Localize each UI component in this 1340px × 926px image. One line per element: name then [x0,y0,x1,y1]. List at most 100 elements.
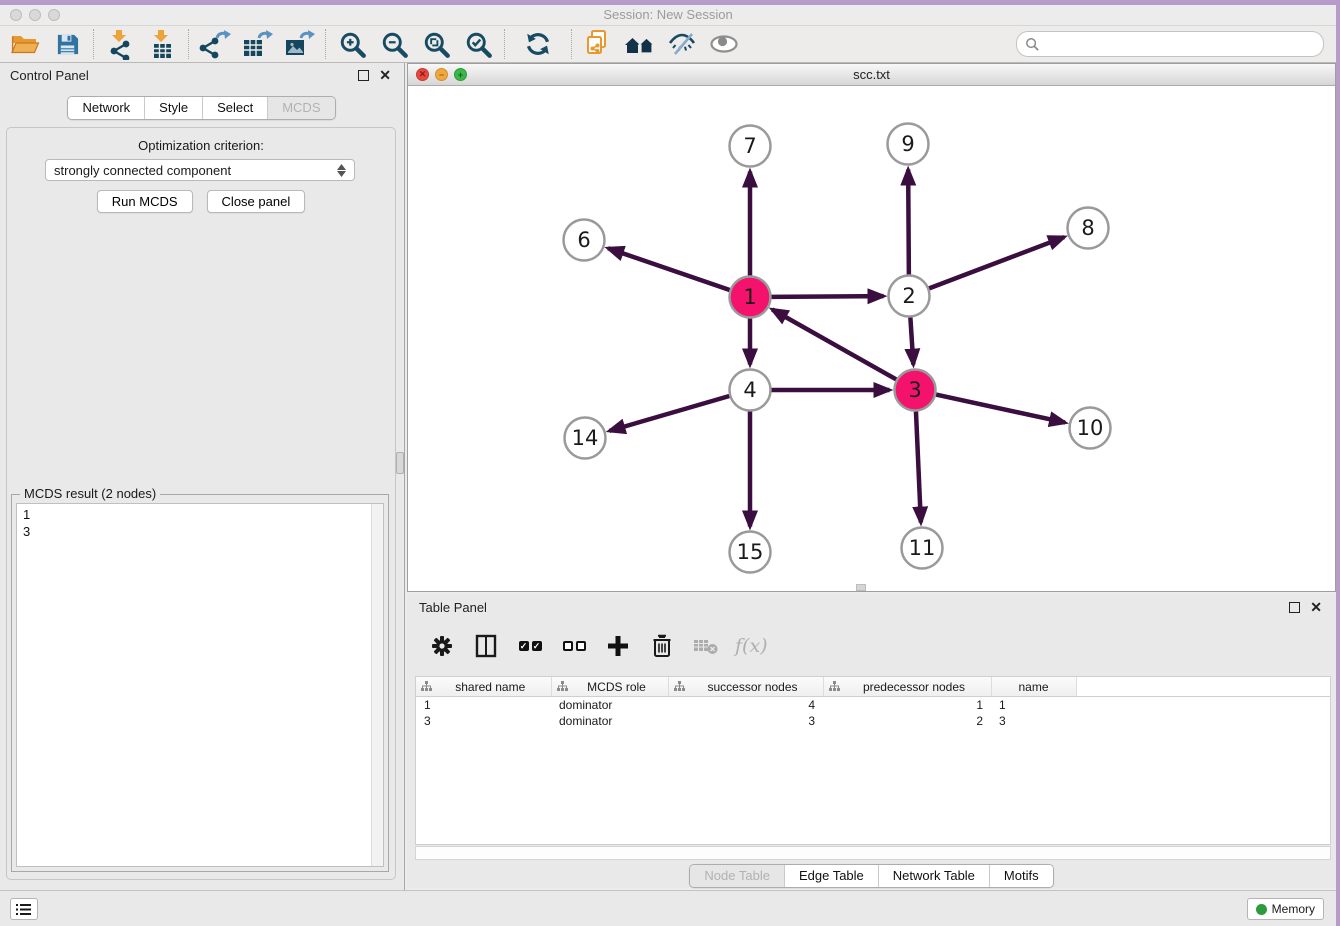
criterion-value: strongly connected component [54,163,231,178]
import-table-icon[interactable] [141,27,183,61]
node-label-2: 2 [902,284,915,308]
float-table-panel-icon[interactable] [1289,602,1300,613]
tab-style[interactable]: Style [144,97,202,119]
network-canvas[interactable]: 7968124314101511 [408,86,1335,591]
table-row[interactable]: 1dominator411 [416,697,1330,714]
column-header-shared-name[interactable]: shared name [416,677,551,697]
result-scrollbar[interactable] [371,504,383,866]
table-row[interactable]: 3dominator323 [416,713,1330,729]
table-cell[interactable]: dominator [551,713,668,729]
edge-3-1[interactable] [772,310,896,380]
zoom-out-icon[interactable] [373,27,415,61]
zoom-window-button[interactable] [48,9,60,21]
show-hide-columns-icon[interactable] [471,631,501,661]
frame-close-icon[interactable]: ✕ [416,68,429,81]
export-table-icon[interactable] [236,27,278,61]
criterion-select[interactable]: strongly connected component [45,159,355,181]
memory-label: Memory [1272,902,1315,916]
table-panel-title: Table Panel [419,600,487,615]
zoom-selected-icon[interactable] [457,27,499,61]
hide-selected-icon[interactable] [661,27,703,61]
export-network-icon[interactable] [194,27,236,61]
close-panel-button[interactable]: Close panel [207,190,306,213]
table-cell[interactable]: 3 [668,713,823,729]
split-divider[interactable] [404,63,405,890]
column-header-predecessor-nodes[interactable]: predecessor nodes [823,677,991,697]
edge-4-14[interactable] [609,396,729,431]
memory-status-icon [1256,904,1267,915]
table-cell[interactable]: 2 [823,713,991,729]
column-header-name[interactable]: name [991,677,1076,697]
table-cell[interactable]: 4 [668,697,823,714]
close-panel-icon[interactable]: ✕ [379,68,391,82]
search-field[interactable] [1016,31,1324,57]
tab-motifs[interactable]: Motifs [989,865,1053,887]
show-all-icon[interactable] [703,27,745,61]
new-network-from-selection-icon[interactable] [577,27,619,61]
fit-content-icon[interactable] [415,27,457,61]
edge-3-11[interactable] [916,411,921,522]
edge-3-10[interactable] [936,395,1065,423]
table-cell[interactable]: 3 [416,713,551,729]
column-header-mcds-role[interactable]: MCDS role [551,677,668,697]
frame-maximize-icon[interactable]: + [454,68,467,81]
tab-mcds[interactable]: MCDS [267,97,334,119]
control-panel-title: Control Panel [10,68,89,83]
refresh-view-icon[interactable] [510,27,566,61]
edge-2-9[interactable] [908,169,909,274]
first-neighbors-icon[interactable] [619,27,661,61]
table-cell[interactable]: 1 [823,697,991,714]
edge-1-6[interactable] [608,248,730,290]
task-history-button[interactable] [10,898,38,920]
table-cell[interactable]: 1 [991,697,1076,714]
add-column-icon[interactable] [603,631,633,661]
tab-network-table[interactable]: Network Table [878,865,989,887]
export-image-icon[interactable] [278,27,320,61]
table-cell-filler [1076,713,1330,729]
memory-button[interactable]: Memory [1247,898,1324,920]
close-table-panel-icon[interactable]: ✕ [1310,600,1322,614]
delete-column-icon[interactable] [647,631,677,661]
close-window-button[interactable] [10,9,22,21]
node-label-1: 1 [743,285,756,309]
table-settings-gear-icon[interactable] [427,631,457,661]
table-cell[interactable]: dominator [551,697,668,714]
float-panel-icon[interactable] [358,70,369,81]
edge-1-2[interactable] [771,296,883,297]
minimize-window-button[interactable] [29,9,41,21]
tab-network[interactable]: Network [68,97,144,119]
table-cell[interactable]: 3 [991,713,1076,729]
search-icon [1025,37,1040,52]
run-mcds-button[interactable]: Run MCDS [97,190,193,213]
toolbar-separator [504,29,505,59]
mcds-panel: Optimization criterion: strongly connect… [6,127,396,880]
toolbar-separator [188,29,189,59]
table-hscrollbar[interactable] [415,846,1331,860]
table-toolbar: ✓✓ f(x) [415,624,1328,668]
window-title: Session: New Session [0,5,1336,25]
zoom-in-icon[interactable] [331,27,373,61]
table-cell[interactable]: 1 [416,697,551,714]
split-divider-grip[interactable] [396,452,404,474]
mcds-result-area[interactable]: 1 3 [16,503,384,867]
import-network-icon[interactable] [99,27,141,61]
network-frame-titlebar[interactable]: ✕ − + scc.txt [408,64,1335,86]
column-header-successor-nodes[interactable]: successor nodes [668,677,823,697]
tab-node-table[interactable]: Node Table [690,865,784,887]
edge-2-8[interactable] [929,237,1064,288]
node-label-9: 9 [901,132,914,156]
tab-edge-table[interactable]: Edge Table [784,865,878,887]
frame-minimize-icon[interactable]: − [435,68,448,81]
main-toolbar [0,26,1336,63]
tab-select[interactable]: Select [202,97,267,119]
app-window: Session: New Session [0,0,1340,926]
window-controls [10,9,60,21]
save-session-icon[interactable] [46,27,88,61]
control-panel: Control Panel ✕ Network Style Select MCD… [0,63,403,890]
select-all-icon[interactable]: ✓✓ [515,631,545,661]
optimization-criterion-label: Optimization criterion: [7,138,395,153]
deselect-all-icon[interactable] [559,631,589,661]
search-input[interactable] [1040,36,1315,53]
edge-2-3[interactable] [910,317,913,364]
open-session-icon[interactable] [4,27,46,61]
